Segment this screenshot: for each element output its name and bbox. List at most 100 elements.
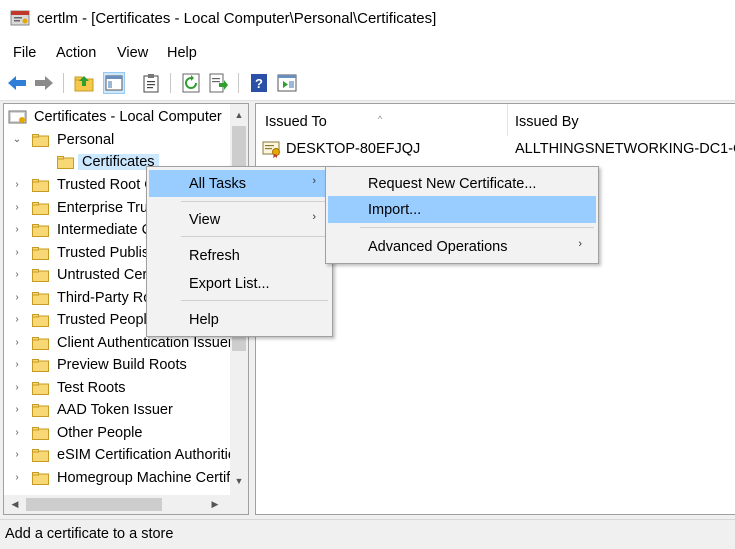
chevron-right-icon[interactable]: › [12,269,22,280]
menu-separator [360,227,594,228]
menu-bar: File Action View Help [0,38,735,68]
up-folder-icon[interactable] [73,72,95,94]
chevron-right-icon[interactable]: › [12,314,22,325]
menu-view[interactable]: View [117,45,148,61]
window-title: certlm - [Certificates - Local Computer\… [37,10,437,27]
folder-icon [32,269,49,282]
menu-item-label: Request New Certificate... [368,176,537,192]
tree-root[interactable]: Certificates - Local Computer [4,107,230,129]
tree-item-label: Test Roots [57,380,126,396]
menu-item-label: Refresh [189,248,240,264]
chevron-right-icon[interactable]: › [12,337,22,348]
properties-panel-icon[interactable] [276,72,298,94]
menu-help[interactable]: Help [167,45,197,61]
chevron-right-icon[interactable]: › [12,202,22,213]
folder-icon [32,202,49,215]
tree-item[interactable]: › eSIM Certification Authorities [4,445,243,467]
toolbar-separator [238,73,239,93]
menu-separator [181,300,328,301]
toolbar-separator [170,73,171,93]
cell-issued-to: DESKTOP-80EFJQJ [286,141,421,157]
tree-item-personal[interactable]: ⌄ Personal [4,130,230,152]
menu-item-label: Help [189,312,219,328]
folder-icon [32,292,49,305]
scroll-up-icon[interactable]: ▲ [230,106,248,124]
forward-arrow-icon[interactable] [33,72,55,94]
tree-item[interactable]: › Test Roots [4,378,230,400]
menu-separator [181,201,328,202]
status-bar: Add a certificate to a store [0,519,735,549]
folder-icon [32,337,49,350]
menu-action[interactable]: Action [56,45,96,61]
menu-item-all-tasks[interactable]: All Tasks › [149,170,330,197]
back-arrow-icon[interactable] [6,72,28,94]
folder-icon [32,427,49,440]
context-menu: All Tasks › View › Refresh Export List..… [146,166,333,337]
tree-root-label: Certificates - Local Computer [34,109,222,125]
scroll-down-icon[interactable]: ▼ [230,472,248,490]
chevron-right-icon: › [578,238,582,250]
menu-item-label: Import... [368,202,422,218]
folder-icon [32,404,49,417]
chevron-right-icon[interactable]: › [12,449,22,460]
folder-icon [32,179,49,192]
tree-item[interactable]: › Homegroup Machine Certificates [4,468,248,490]
scrollbar-thumb[interactable] [26,498,162,511]
menu-item-request-new-certificate[interactable]: Request New Certificate... [328,170,596,197]
toolbar-separator [63,73,64,93]
tree-item-label: Enterprise Trust [57,200,160,216]
column-header-issued-to[interactable]: ^ Issued To [256,104,506,136]
tree-item-label: Trusted People [57,312,155,328]
folder-icon [32,314,49,327]
chevron-right-icon: › [312,175,316,187]
cell-issued-by: ALLTHINGSNETWORKING-DC1-CA [515,141,735,157]
certificate-manager-icon [10,10,30,26]
tree-item[interactable]: › Preview Build Roots [4,355,230,377]
chevron-right-icon[interactable]: › [12,292,22,303]
chevron-right-icon[interactable]: › [12,427,22,438]
chevron-right-icon[interactable]: › [12,382,22,393]
chevron-right-icon[interactable]: › [12,179,22,190]
show-hide-tree-icon[interactable] [103,72,125,94]
menu-item-export-list[interactable]: Export List... [149,270,330,297]
menu-item-help[interactable]: Help [149,306,330,333]
refresh-icon[interactable] [180,72,202,94]
folder-icon [32,247,49,260]
folder-open-icon [32,134,49,147]
menu-item-refresh[interactable]: Refresh [149,242,330,269]
menu-item-view[interactable]: View › [149,206,330,233]
column-header-issued-by[interactable]: Issued By [508,104,735,136]
chevron-right-icon[interactable]: › [12,404,22,415]
chevron-right-icon[interactable]: › [12,472,22,483]
column-header-label: Issued To [265,114,327,130]
chevron-right-icon[interactable]: › [12,247,22,258]
chevron-down-icon[interactable]: ⌄ [12,134,22,145]
menu-file[interactable]: File [13,45,36,61]
folder-icon [32,224,49,237]
menu-item-label: Advanced Operations [368,239,508,255]
menu-item-import[interactable]: Import... [328,196,596,223]
status-text: Add a certificate to a store [5,526,174,542]
tree-horizontal-scrollbar[interactable]: ◀ ▶ [4,495,248,514]
menu-separator [181,236,328,237]
tree-item-label: AAD Token Issuer [57,402,173,418]
menu-item-advanced-operations[interactable]: Advanced Operations › [328,233,596,260]
menu-item-label: View [189,212,221,228]
chevron-right-icon[interactable]: › [12,224,22,235]
help-icon[interactable]: ? [248,72,270,94]
svg-text:?: ? [255,76,263,91]
toolbar: ? [0,68,735,101]
folder-icon [32,382,49,395]
menu-item-label: All Tasks [189,176,246,192]
scroll-right-icon[interactable]: ▶ [206,495,224,514]
folder-icon [32,472,49,485]
export-list-icon[interactable] [208,72,230,94]
clipboard-icon[interactable] [140,72,162,94]
folder-icon [32,359,49,372]
certificate-store-icon [8,110,27,124]
tree-item[interactable]: › Other People [4,423,230,445]
scroll-left-icon[interactable]: ◀ [6,495,24,514]
tree-item[interactable]: › AAD Token Issuer [4,400,230,422]
chevron-right-icon[interactable]: › [12,359,22,370]
table-row[interactable]: DESKTOP-80EFJQJ ALLTHINGSNETWORKING-DC1-… [256,138,735,160]
